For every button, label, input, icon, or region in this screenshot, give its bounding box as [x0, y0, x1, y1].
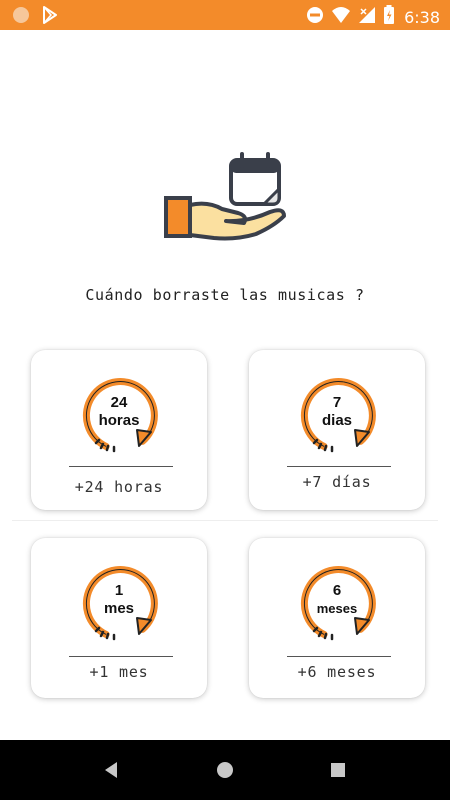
option-label: +6 meses — [297, 663, 377, 681]
option-label: +7 días — [302, 473, 372, 491]
battery-icon — [383, 5, 395, 29]
clock-number: 6 — [333, 582, 341, 599]
status-bar: 6:38 — [0, 0, 450, 30]
divider — [69, 466, 173, 467]
dnd-icon — [306, 6, 324, 28]
clock-refresh-icon: 1 mes — [82, 566, 158, 641]
clock-unit: meses — [317, 601, 357, 616]
wifi-icon — [331, 6, 351, 28]
divider — [287, 466, 391, 467]
clock-unit: horas — [99, 412, 140, 429]
option-card-6-meses[interactable]: 6 meses +6 meses — [249, 538, 425, 698]
option-card-7-dias[interactable]: 7 dias +7 días — [249, 350, 425, 510]
home-icon[interactable] — [215, 760, 235, 780]
option-label: +24 horas — [74, 478, 164, 496]
back-icon[interactable] — [102, 760, 122, 780]
navigation-bar — [0, 740, 450, 800]
divider — [287, 656, 391, 657]
option-card-24-horas[interactable]: 24 horas +24 horas — [31, 350, 207, 510]
circle-icon — [12, 6, 30, 28]
recents-icon[interactable] — [328, 760, 348, 780]
play-store-icon — [42, 6, 58, 28]
hand-calendar-icon — [160, 152, 290, 247]
divider — [69, 656, 173, 657]
option-card-1-mes[interactable]: 1 mes +1 mes — [31, 538, 207, 698]
status-time: 6:38 — [404, 7, 440, 27]
clock-refresh-icon: 6 meses — [300, 566, 376, 641]
signal-icon — [358, 6, 376, 28]
clock-refresh-icon: 7 dias — [300, 378, 376, 453]
clock-unit: dias — [322, 412, 352, 429]
question-text: Cuándo borraste las musicas ? — [85, 286, 365, 304]
clock-number: 1 — [115, 582, 123, 599]
option-label: +1 mes — [89, 663, 149, 681]
clock-unit: mes — [104, 600, 134, 617]
row-separator — [12, 520, 438, 521]
clock-number: 7 — [333, 394, 341, 411]
clock-refresh-icon: 24 horas — [82, 378, 158, 453]
clock-number: 24 — [111, 394, 128, 411]
